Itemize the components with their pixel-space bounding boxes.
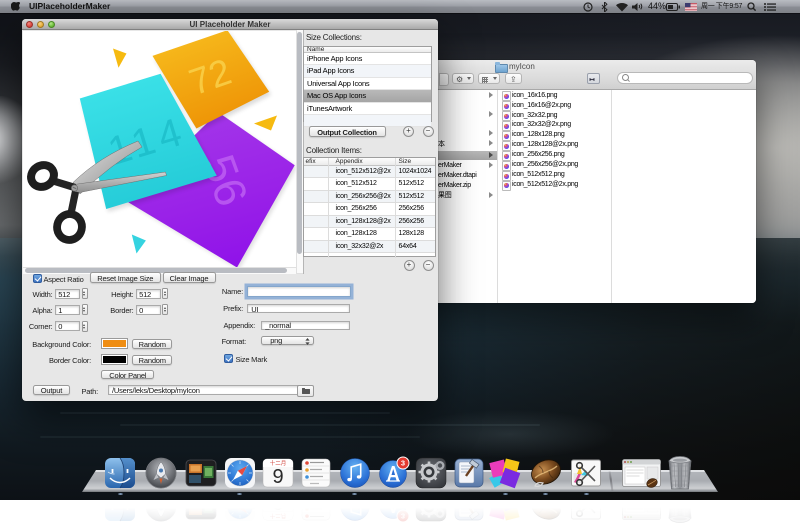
svg-text:3: 3 — [401, 511, 405, 520]
svg-text:3: 3 — [401, 459, 405, 468]
svg-text:9: 9 — [272, 491, 283, 513]
svg-text:9: 9 — [272, 466, 283, 488]
